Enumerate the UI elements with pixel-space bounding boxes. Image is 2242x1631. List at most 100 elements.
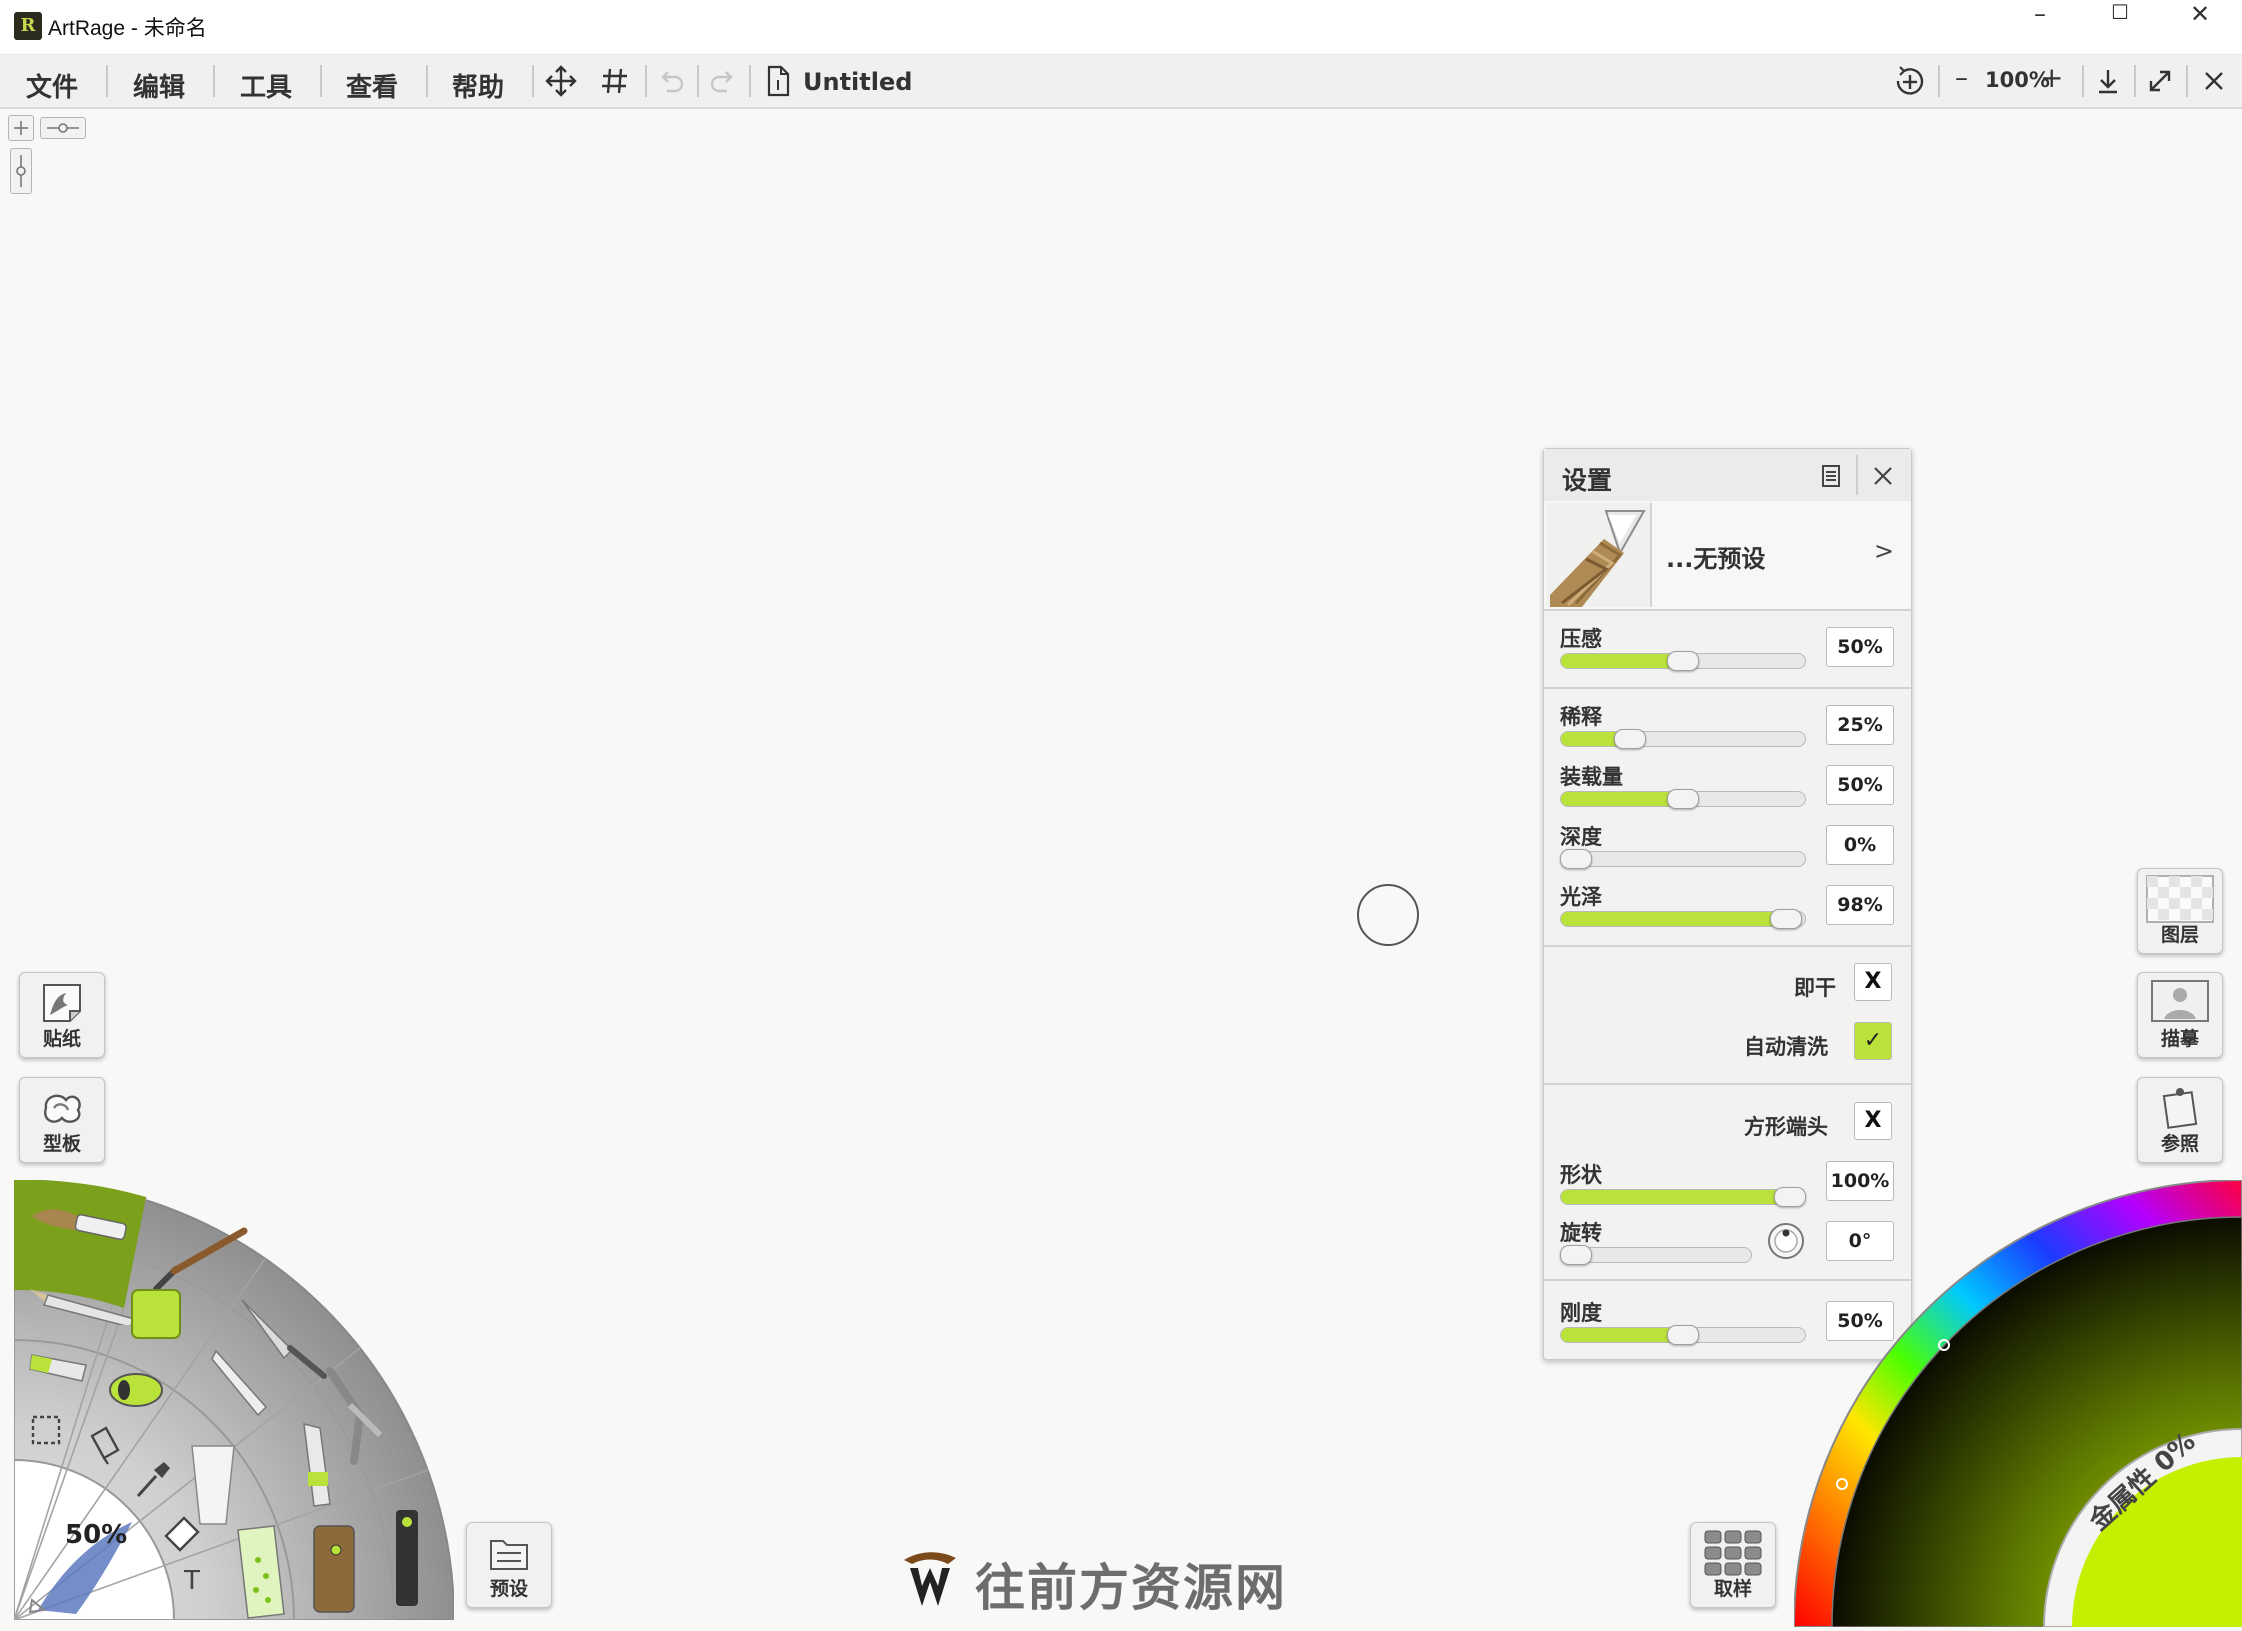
depth-value[interactable]: 0% — [1826, 825, 1894, 865]
paint-roller-tool-icon[interactable] — [102, 1360, 172, 1420]
color-picker-tool-icon[interactable] — [130, 1458, 174, 1502]
technical-pen-tool-icon[interactable] — [388, 1500, 428, 1610]
close-window-button[interactable]: ✕ — [2160, 0, 2240, 54]
palette-knife-tool-icon[interactable] — [122, 1280, 192, 1350]
menu-view[interactable]: 查看 — [346, 67, 398, 104]
ink-pen-tool-icon[interactable] — [290, 1420, 350, 1510]
stickers-button[interactable]: 贴纸 — [19, 972, 105, 1058]
canvas-position-toggle[interactable] — [8, 115, 34, 141]
loading-value[interactable]: 50% — [1826, 765, 1894, 805]
download-icon[interactable] — [2090, 63, 2126, 99]
preset-next-arrow[interactable]: > — [1874, 537, 1894, 565]
stencils-label: 型板 — [42, 1133, 81, 1155]
zoom-out-button[interactable]: – — [1955, 63, 1968, 93]
artrage-app-icon: R — [14, 12, 42, 40]
section-divider — [1544, 687, 1911, 689]
section-divider — [1544, 945, 1911, 947]
settings-menu-icon[interactable] — [1816, 461, 1846, 491]
menu-help[interactable]: 帮助 — [452, 67, 504, 104]
close-canvas-icon[interactable] — [2196, 63, 2232, 99]
toolbar-separator — [2134, 65, 2136, 97]
gloss-label: 光泽 — [1560, 885, 1602, 909]
square-tip-checkbox[interactable]: X — [1854, 1102, 1892, 1140]
menu-separator — [532, 65, 534, 97]
settings-close-icon[interactable] — [1868, 461, 1898, 491]
document-title[interactable]: Untitled — [803, 68, 912, 96]
menu-file[interactable]: 文件 — [26, 67, 78, 104]
zoom-in-button[interactable]: + — [2040, 61, 2063, 94]
auto-clean-checkbox[interactable]: ✓ — [1854, 1022, 1892, 1060]
watermark-text: 往前方资源网 — [975, 1559, 1287, 1617]
brush-size-swatch-icon[interactable] — [22, 1500, 142, 1618]
grid-icon[interactable] — [597, 63, 633, 99]
toolbar-separator — [645, 65, 647, 97]
move-canvas-icon[interactable] — [543, 63, 579, 99]
depth-slider[interactable] — [1560, 851, 1806, 867]
fill-bucket-tool-icon[interactable] — [84, 1422, 128, 1466]
toolbar-separator — [697, 65, 699, 97]
brush-selected-tool-icon[interactable] — [306, 1520, 366, 1620]
thinners-label: 稀释 — [1560, 705, 1602, 729]
window-title: ArtRage - 未命名 — [48, 17, 207, 40]
gloss-slider-knob[interactable] — [1769, 909, 1802, 929]
depth-label: 深度 — [1560, 825, 1602, 849]
watermark-logo-icon — [900, 1546, 960, 1610]
toolbar-separator — [1938, 65, 1940, 97]
felt-pen-tool-icon[interactable] — [210, 1345, 280, 1425]
depth-slider-knob[interactable] — [1560, 849, 1592, 869]
thinners-value[interactable]: 25% — [1826, 705, 1894, 745]
redo-icon[interactable] — [705, 63, 741, 99]
rotation-slider-knob[interactable] — [1560, 1245, 1592, 1265]
thinners-slider-knob[interactable] — [1613, 729, 1646, 749]
brush-size-value[interactable]: 50% — [65, 1520, 127, 1550]
maximize-button[interactable]: ☐ — [2080, 0, 2160, 54]
gloss-value[interactable]: 98% — [1826, 885, 1894, 925]
instant-dry-checkbox[interactable]: X — [1854, 963, 1892, 1001]
rotation-label: 旋转 — [1560, 1221, 1602, 1245]
text-tool[interactable]: T — [184, 1566, 200, 1596]
sample-label: 取样 — [1713, 1578, 1752, 1600]
menu-separator — [213, 65, 215, 97]
eraser-tool-icon[interactable] — [160, 1510, 204, 1554]
glitter-tube-tool-icon[interactable] — [228, 1520, 298, 1620]
loading-slider-knob[interactable] — [1667, 789, 1699, 809]
canvas-vertical-slider[interactable] — [10, 148, 32, 194]
menu-bar: 文件 编辑 工具 查看 帮助 Untitled – 100% + — [0, 55, 2242, 109]
minimize-button[interactable]: – — [2000, 0, 2080, 54]
square-tip-label: 方形端头 — [1744, 1115, 1828, 1139]
add-canvas-icon[interactable] — [1890, 63, 1930, 99]
layer-thumbnail-icon — [2146, 875, 2214, 923]
section-divider — [1544, 609, 1911, 611]
tracing-label: 描摹 — [2160, 1028, 2199, 1050]
reference-pin-icon — [2158, 1086, 2202, 1130]
pressure-slider-knob[interactable] — [1667, 651, 1699, 671]
brush-cursor — [1357, 884, 1419, 946]
toolbar-separator — [749, 65, 751, 97]
color-picker[interactable] — [1792, 1178, 2242, 1628]
tracing-button[interactable]: 描摹 — [2137, 972, 2223, 1058]
pressure-value[interactable]: 50% — [1826, 627, 1894, 667]
presets-label: 预设 — [489, 1578, 528, 1600]
selection-tool-icon[interactable] — [28, 1412, 64, 1448]
section-divider — [1544, 1083, 1911, 1085]
stencils-button[interactable]: 型板 — [19, 1077, 105, 1163]
menu-edit[interactable]: 编辑 — [133, 67, 185, 104]
shape-slider[interactable] — [1560, 1189, 1806, 1205]
undo-icon[interactable] — [653, 63, 689, 99]
reference-button[interactable]: 参照 — [2137, 1077, 2223, 1163]
thinners-slider[interactable] — [1560, 731, 1806, 747]
shape-label: 形状 — [1560, 1163, 1602, 1187]
preset-folder-icon — [487, 1531, 531, 1575]
stiffness-slider-knob[interactable] — [1667, 1325, 1699, 1345]
oil-brush-tool-icon[interactable] — [28, 1196, 138, 1256]
layers-button[interactable]: 图层 — [2137, 868, 2223, 954]
pressure-label: 压感 — [1560, 627, 1602, 651]
reference-label: 参照 — [2160, 1133, 2199, 1155]
presets-button[interactable]: 预设 — [466, 1522, 552, 1608]
sample-button[interactable]: 取样 — [1690, 1522, 1776, 1608]
menu-tools[interactable]: 工具 — [240, 67, 292, 104]
fullscreen-icon[interactable] — [2142, 63, 2178, 99]
canvas-horizontal-slider[interactable] — [40, 117, 86, 139]
preset-label[interactable]: ...无预设 — [1666, 539, 1765, 574]
oil-brush-preview-icon — [1546, 503, 1650, 607]
